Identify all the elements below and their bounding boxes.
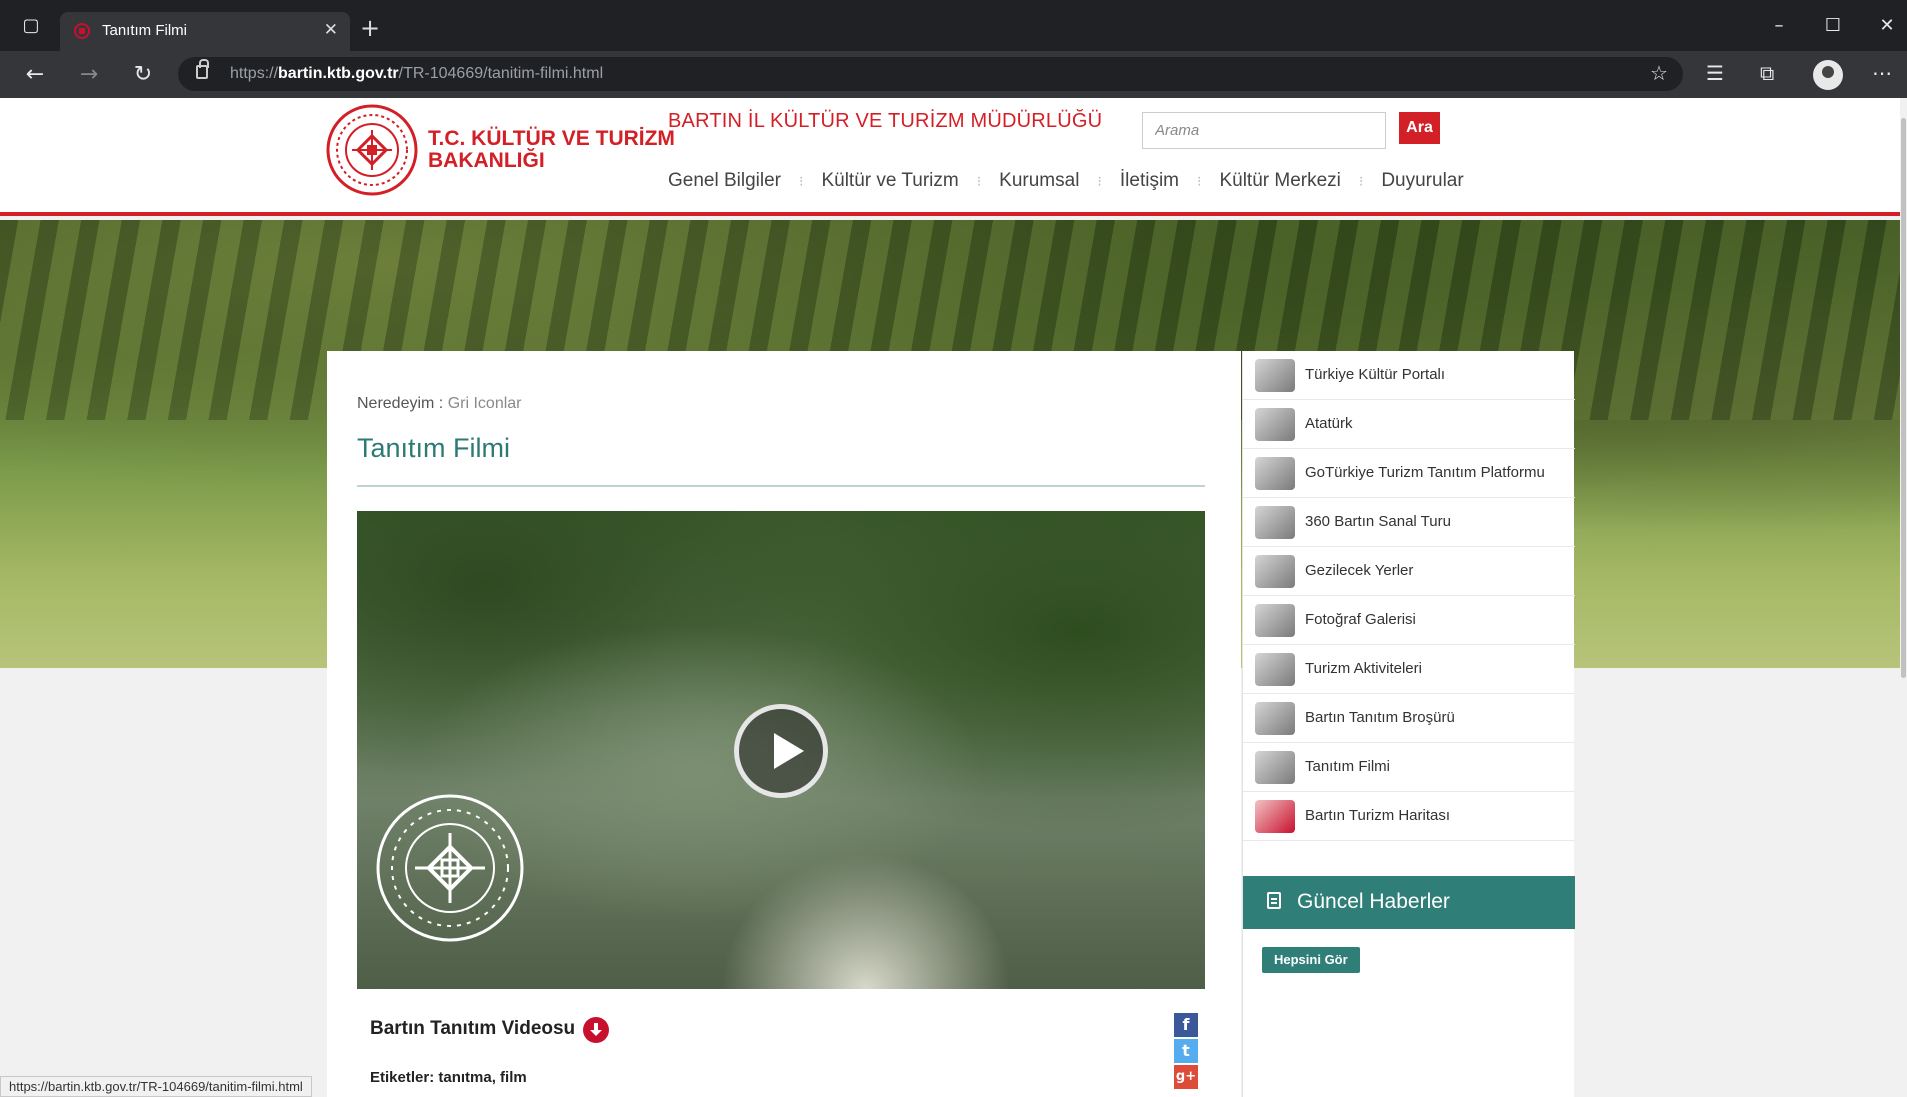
breadcrumb: Neredeyim : Gri Iconlar bbox=[357, 395, 522, 413]
sidebar-item-fotograf-galerisi[interactable]: Fotoğraf Galerisi bbox=[1243, 596, 1575, 645]
sidebar-item-turizm-haritasi[interactable]: Bartın Turizm Haritası bbox=[1243, 792, 1575, 841]
video-caption: Bartın Tanıtım Videosu bbox=[370, 1018, 576, 1039]
nav-kurumsal[interactable]: Kurumsal bbox=[999, 170, 1079, 192]
sidebar-item-label: 360 Bartın Sanal Turu bbox=[1305, 513, 1451, 530]
ministry-seal-logo[interactable] bbox=[326, 104, 418, 196]
content-card: Neredeyim : Gri Iconlar Tanıtım Filmi Ba… bbox=[327, 351, 1241, 1097]
search-button[interactable]: Ara bbox=[1399, 112, 1440, 144]
video-seal-watermark bbox=[376, 794, 524, 942]
sidebar-item-tanitim-filmi[interactable]: Tanıtım Filmi bbox=[1243, 743, 1575, 792]
sidebar-item-label: Gezilecek Yerler bbox=[1305, 562, 1414, 579]
browser-tab[interactable]: Tanıtım Filmi ✕ bbox=[60, 12, 350, 51]
camera-icon bbox=[1255, 604, 1295, 637]
sidebar-item-goturkiye[interactable]: GoTürkiye Turizm Tanıtım Platformu bbox=[1243, 449, 1575, 498]
sidebar-item-label: Turizm Aktiviteleri bbox=[1305, 660, 1422, 677]
status-bar-url: https://bartin.ktb.gov.tr/TR-104669/tani… bbox=[0, 1076, 312, 1097]
main-navigation: Genel Bilgiler ⁝ Kültür ve Turizm ⁝ Kuru… bbox=[668, 170, 1464, 192]
sidebar-item-turizm-aktiviteleri[interactable]: Turizm Aktiviteleri bbox=[1243, 645, 1575, 694]
sidebar-item-label: Türkiye Kültür Portalı bbox=[1305, 366, 1446, 383]
breadcrumb-current[interactable]: Gri Iconlar bbox=[448, 395, 522, 412]
sidebar-item-tanitim-brosuru[interactable]: Bartın Tanıtım Broşürü bbox=[1243, 694, 1575, 743]
ministry-name[interactable]: T.C. KÜLTÜR VE TURİZM BAKANLIĞI bbox=[428, 128, 675, 172]
map-places-icon bbox=[1255, 555, 1295, 588]
sidebar-item-label: Bartın Turizm Haritası bbox=[1305, 807, 1451, 824]
sidebar-links: Türkiye Kültür Portalı Atatürk GoTürkiye… bbox=[1243, 351, 1575, 841]
page-title: Tanıtım Filmi bbox=[357, 433, 511, 463]
sidebar-item-label: Tanıtım Filmi bbox=[1305, 758, 1391, 775]
site-header: T.C. KÜLTÜR VE TURİZM BAKANLIĞI BARTIN İ… bbox=[0, 98, 1900, 216]
web-page: T.C. KÜLTÜR VE TURİZM BAKANLIĞI BARTIN İ… bbox=[0, 98, 1900, 1097]
kultur-portali-icon bbox=[1255, 359, 1295, 392]
scrollbar-thumb[interactable] bbox=[1901, 118, 1906, 678]
lock-icon[interactable] bbox=[196, 59, 209, 79]
url-text[interactable]: https://bartin.ktb.gov.tr/TR-104669/tani… bbox=[230, 65, 603, 83]
nav-iletisim[interactable]: İletişim bbox=[1120, 170, 1179, 192]
nav-kultur-ve-turizm[interactable]: Kültür ve Turizm bbox=[821, 170, 958, 192]
search-input[interactable] bbox=[1142, 112, 1386, 149]
document-icon bbox=[1267, 892, 1281, 909]
brochure-icon bbox=[1255, 702, 1295, 735]
favorites-icon[interactable]: ☰ bbox=[1706, 61, 1724, 85]
forward-icon[interactable]: → bbox=[74, 61, 104, 89]
window-close-icon[interactable]: ✕ bbox=[1870, 12, 1904, 40]
goturkiye-icon bbox=[1255, 457, 1295, 490]
new-tab-icon[interactable]: + bbox=[360, 14, 380, 42]
sidebar-item-gezilecek-yerler[interactable]: Gezilecek Yerler bbox=[1243, 547, 1575, 596]
virtual-tour-icon bbox=[1255, 506, 1295, 539]
more-menu-icon[interactable]: ⋯ bbox=[1872, 61, 1892, 85]
site-favicon-icon bbox=[74, 23, 90, 39]
nav-genel-bilgiler[interactable]: Genel Bilgiler bbox=[668, 170, 781, 192]
address-bar[interactable]: https://bartin.ktb.gov.tr/TR-104669/tani… bbox=[178, 57, 1683, 91]
maximize-icon[interactable]: ☐ bbox=[1816, 12, 1850, 40]
twitter-share-icon[interactable]: t bbox=[1174, 1039, 1198, 1063]
facebook-share-icon[interactable]: f bbox=[1174, 1013, 1198, 1037]
google-plus-share-icon[interactable]: g+ bbox=[1174, 1065, 1198, 1089]
browser-titlebar: ▢ Tanıtım Filmi ✕ + – ☐ ✕ bbox=[0, 0, 1907, 51]
nav-separator: ⁝ bbox=[799, 172, 804, 189]
sidebar-item-label: Atatürk bbox=[1305, 415, 1353, 432]
sidebar-item-turkiye-kultur-portali[interactable]: Türkiye Kültür Portalı bbox=[1243, 351, 1575, 400]
nav-kultur-merkezi[interactable]: Kültür Merkezi bbox=[1219, 170, 1340, 192]
ataturk-icon bbox=[1255, 408, 1295, 441]
play-icon[interactable] bbox=[734, 704, 828, 798]
nav-separator: ⁝ bbox=[1197, 172, 1202, 189]
profile-avatar-icon[interactable] bbox=[1813, 60, 1843, 90]
title-divider bbox=[357, 485, 1205, 487]
minimize-icon[interactable]: – bbox=[1762, 12, 1796, 40]
sidebar-item-label: GoTürkiye Turizm Tanıtım Platformu bbox=[1305, 464, 1545, 481]
video-player[interactable] bbox=[357, 511, 1205, 989]
nav-duyurular[interactable]: Duyurular bbox=[1381, 170, 1463, 192]
tab-close-icon[interactable]: ✕ bbox=[324, 20, 338, 40]
download-icon[interactable] bbox=[583, 1017, 609, 1043]
sidebar-item-sanal-tur[interactable]: 360 Bartın Sanal Turu bbox=[1243, 498, 1575, 547]
tourism-map-icon bbox=[1255, 800, 1295, 833]
nav-separator: ⁝ bbox=[976, 172, 982, 189]
nav-separator: ⁝ bbox=[1097, 172, 1102, 189]
add-favorite-icon[interactable]: ☆ bbox=[1650, 61, 1668, 85]
reload-icon[interactable]: ↻ bbox=[128, 61, 158, 89]
page-scrollbar[interactable] bbox=[1900, 98, 1907, 1097]
back-icon[interactable]: ← bbox=[20, 61, 50, 89]
sidebar-item-label: Fotoğraf Galerisi bbox=[1305, 611, 1416, 628]
sidebar-item-ataturk[interactable]: Atatürk bbox=[1243, 400, 1575, 449]
sidebar: Türkiye Kültür Portalı Atatürk GoTürkiye… bbox=[1242, 351, 1575, 1097]
nav-separator: ⁝ bbox=[1358, 172, 1364, 189]
activities-icon bbox=[1255, 653, 1295, 686]
tab-actions-icon[interactable]: ▢ bbox=[14, 12, 48, 40]
address-bar-row: ← → ↻ https://bartin.ktb.gov.tr/TR-10466… bbox=[0, 51, 1907, 98]
tab-title: Tanıtım Filmi bbox=[102, 22, 188, 39]
sidebar-item-label: Bartın Tanıtım Broşürü bbox=[1305, 709, 1455, 726]
news-section-title: Güncel Haberler bbox=[1297, 890, 1450, 913]
tags-line: Etiketler: tanıtma, film bbox=[370, 1069, 527, 1086]
see-all-news-button[interactable]: Hepsini Gör bbox=[1262, 947, 1360, 973]
collections-icon[interactable]: ⧉ bbox=[1760, 61, 1774, 85]
news-section-header: Güncel Haberler bbox=[1243, 876, 1575, 929]
film-clapper-icon bbox=[1255, 751, 1295, 784]
department-title[interactable]: BARTIN İL KÜLTÜR VE TURİZM MÜDÜRLÜĞÜ bbox=[668, 110, 1102, 133]
breadcrumb-label: Neredeyim : bbox=[357, 395, 444, 412]
